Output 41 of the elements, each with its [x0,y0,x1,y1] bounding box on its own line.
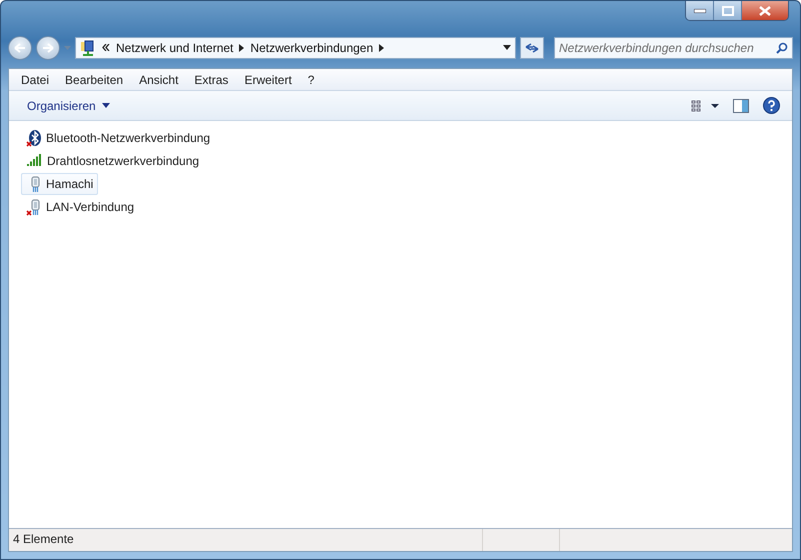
minimize-button[interactable] [686,1,714,20]
menu-item[interactable]: Datei [13,72,58,86]
preview-pane-icon[interactable] [733,98,749,112]
caret-icon [102,103,110,108]
breadcrumb[interactable]: Netzwerkverbindungen [250,40,374,54]
search-field[interactable]: Netzwerkverbindungen durchsuchen [554,36,793,58]
menu-item[interactable]: ? [300,72,322,86]
menu-item[interactable]: Ansicht [131,72,186,86]
close-button[interactable] [742,1,788,20]
close-icon [759,6,771,16]
refresh-button[interactable] [520,36,544,58]
menu-item[interactable]: Erweitert [236,72,300,86]
overflow-chevron-icon[interactable] [102,44,110,51]
network-cable-icon [26,198,42,216]
item-count: 4 Elemente [9,529,483,551]
connection-item[interactable]: Hamachi [21,173,98,195]
help-icon[interactable] [763,97,780,114]
signal-bars-icon [26,154,43,168]
network-folder-icon [80,40,96,56]
bluetooth-icon [26,130,42,146]
view-options-icon[interactable] [691,100,719,112]
minimize-icon [694,8,706,12]
breadcrumb-arrow-icon[interactable] [379,44,384,52]
connection-item[interactable]: Drahtlosnetzwerkverbindung [21,150,204,172]
refresh-icon [525,42,539,54]
menu-item[interactable]: Extras [186,72,236,86]
breadcrumb[interactable]: Netzwerk und Internet [116,40,234,54]
organize-button[interactable]: Organisieren [21,96,116,114]
forward-arrow-icon [42,42,54,52]
connection-item[interactable]: LAN-Verbindung [21,196,140,218]
address-bar[interactable]: Netzwerk und Internet Netzwerkverbindungen [75,36,516,58]
dropdown-arrow-icon[interactable] [503,45,511,50]
back-arrow-icon [14,42,26,52]
menu-item[interactable]: Bearbeiten [57,72,132,86]
forward-button[interactable] [36,36,60,60]
maximize-icon [722,6,734,16]
breadcrumb-arrow-icon[interactable] [239,44,244,52]
connection-item[interactable]: Bluetooth-Netzwerkverbindung [21,127,216,149]
back-button[interactable] [8,36,32,60]
search-icon[interactable] [776,42,788,54]
maximize-button[interactable] [714,1,742,20]
